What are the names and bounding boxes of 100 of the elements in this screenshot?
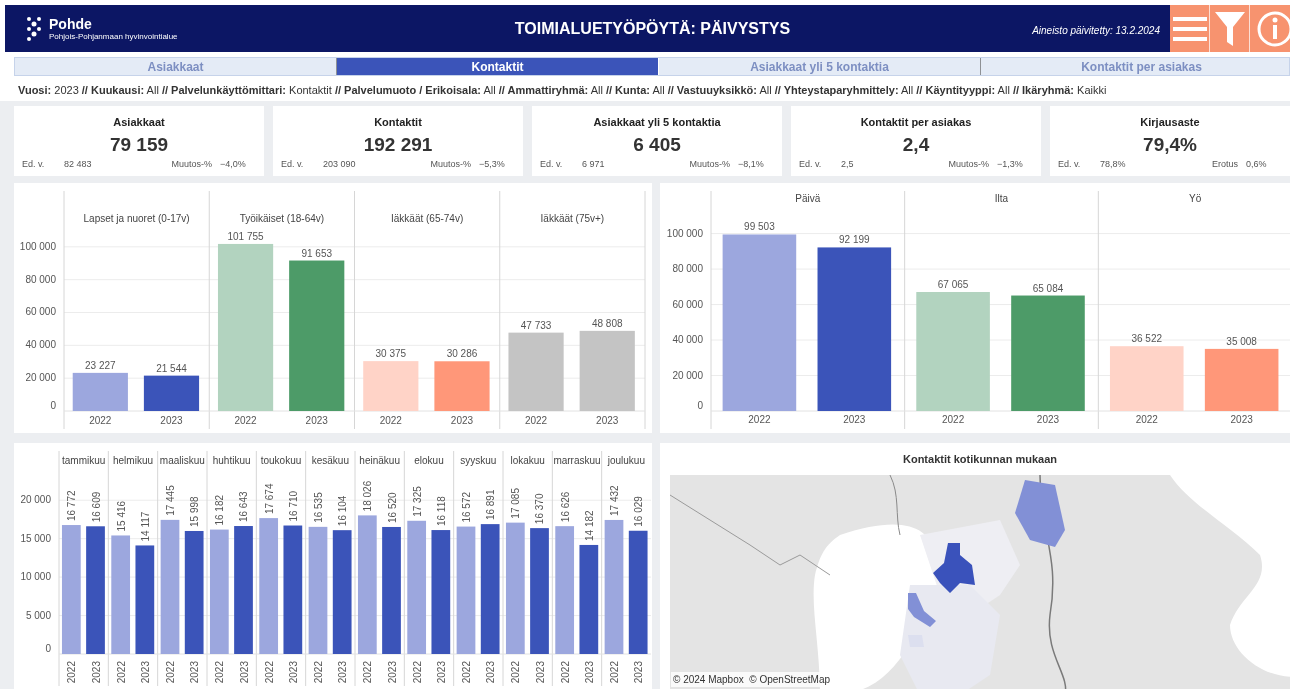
x-axis-label: 2022: [165, 661, 176, 684]
funnel-icon: [1214, 11, 1245, 46]
value-label: 23 227: [85, 359, 116, 371]
value-label: 16 710: [287, 490, 299, 522]
x-axis-label: 2022: [941, 414, 965, 425]
filter-summary: Vuosi: 2023 // Kuukausi: All // Palvelunkäyttömittari: Kontaktit // Palvelumuoto / Erikoisala: All // Ammattiryhmä: All // Kunta: All // Vastuuyksikkö: All // Yhteystaparyhmittely: All // Käyntityyppi: All // Ikäryhmä: Kaikki: [18, 82, 1107, 98]
value-label: 16 118: [435, 496, 447, 527]
x-axis-label: 2023: [238, 661, 250, 684]
x-axis-label: 2023: [287, 661, 299, 684]
kpi-previous-value: 203 090: [323, 158, 357, 171]
kpi-value: 79,4%: [1143, 134, 1197, 155]
x-axis-label: 2023: [435, 661, 447, 684]
value-label: 17 445: [165, 485, 176, 516]
bar: [363, 361, 419, 411]
kpi-previous-value: 2,5: [841, 158, 855, 171]
value-label: 47 733: [520, 319, 552, 331]
x-axis-label: 2023: [337, 661, 349, 684]
facet-label: lokakuu: [510, 455, 545, 466]
x-axis-label: 2023: [305, 415, 328, 426]
facet-label: kesäkuu: [311, 455, 349, 466]
y-axis-label: 5 000: [25, 609, 51, 621]
x-axis-label: 2022: [524, 415, 548, 426]
menu-button[interactable]: [1170, 5, 1210, 52]
kpi-value: 79 159: [109, 134, 169, 155]
facet-label: elokuu: [414, 455, 444, 466]
x-axis-label: 2023: [485, 661, 497, 684]
value-label: 99 503: [744, 221, 775, 233]
x-axis-label: 2023: [90, 661, 102, 684]
value-label: 16 370: [534, 493, 546, 525]
value-label: 16 643: [238, 491, 250, 523]
value-label: 17 674: [263, 483, 275, 515]
x-axis-label: 2022: [66, 661, 78, 684]
map-attribution: © 2024 Mapbox © OpenStreetMap: [671, 672, 833, 687]
facet-label: tammikuu: [62, 455, 106, 466]
facet-label: syyskuu: [460, 455, 497, 466]
kpi-label: Ed. v.: [1058, 158, 1082, 171]
x-axis-label: 2023: [1230, 414, 1253, 425]
y-axis-label: 10 000: [20, 571, 51, 583]
kpi-value: 2,4: [902, 134, 930, 155]
x-axis-label: 2022: [609, 661, 620, 684]
value-label: 16 772: [66, 490, 78, 522]
x-axis-label: 2023: [139, 661, 151, 684]
value-label: 16 520: [386, 492, 398, 523]
kpi-label: Ed. v.: [281, 158, 305, 171]
facet-label: Lapset ja nuoret (0-17v): [83, 213, 190, 224]
x-axis-label: 2022: [379, 415, 402, 426]
tab[interactable]: Kontaktit: [337, 58, 659, 75]
value-label: 16 609: [90, 491, 102, 523]
y-axis-label: 0: [697, 400, 703, 411]
menu-icon: [1172, 15, 1207, 42]
updated-date: Aineisto päivitetty: 13.2.2024: [1032, 24, 1160, 36]
value-label: 14 117: [139, 511, 151, 542]
kpi-label: Ed. v.: [799, 158, 823, 171]
x-axis-label: 2023: [1036, 414, 1060, 425]
value-label: 35 008: [1226, 335, 1257, 347]
bar: [72, 372, 128, 411]
value-label: 91 653: [301, 247, 333, 259]
value-label: 48 808: [591, 317, 623, 329]
value-label: 30 375: [375, 348, 407, 360]
facet-label: heinäkuu: [359, 455, 400, 466]
tab[interactable]: Kontaktit per asiakas: [981, 58, 1290, 75]
facet-label: maaliskuu: [159, 455, 205, 466]
x-axis-label: 2023: [450, 415, 474, 426]
kpi-change-value: −1,3%: [997, 158, 1024, 171]
y-axis-label: 100 000: [19, 240, 56, 252]
x-axis-label: 2023: [583, 661, 595, 684]
x-axis-label: 2023: [534, 661, 546, 684]
y-axis-label: 0: [45, 643, 51, 654]
tab[interactable]: Asiakkaat yli 5 kontaktia: [659, 58, 981, 75]
x-axis-label: 2023: [843, 414, 866, 425]
value-label: 36 522: [1131, 333, 1163, 345]
x-axis-label: 2022: [214, 661, 226, 684]
logo-text: Pohde: [49, 16, 93, 31]
x-axis-label: 2023: [160, 415, 183, 426]
value-label: 21 544: [156, 362, 187, 374]
y-axis-label: 20 000: [672, 369, 703, 381]
value-label: 14 182: [583, 510, 595, 541]
kpi-change-value: −8,1%: [738, 158, 765, 171]
x-axis-label: 2022: [115, 661, 127, 684]
kpi-title: Kontaktit per asiakas: [860, 116, 972, 128]
kpi-previous-value: 82 483: [64, 158, 93, 171]
value-label: 16 182: [214, 495, 226, 526]
kpi-previous-value: 6 971: [582, 158, 606, 171]
x-axis-label: 2022: [313, 661, 324, 684]
y-axis-label: 15 000: [20, 532, 51, 544]
y-axis-label: 40 000: [672, 334, 703, 346]
kpi-label: Muutos-%: [430, 158, 471, 171]
value-label: 17 085: [510, 488, 522, 519]
info-icon: [1256, 9, 1290, 48]
value-label: 17 325: [411, 486, 423, 517]
logo-subtitle: Pohjois-Pohjanmaan hyvinvointialue: [49, 32, 178, 41]
x-axis-label: 2022: [89, 415, 112, 426]
kpi-label: Ed. v.: [22, 158, 46, 171]
x-axis-label: 2022: [263, 661, 275, 684]
kpi-title: Asiakkaat yli 5 kontaktia: [593, 116, 721, 128]
x-axis-label: 2022: [510, 661, 522, 684]
value-label: 17 432: [609, 485, 620, 516]
y-axis-label: 20 000: [20, 494, 51, 506]
facet-label: Iäkkäät (65-74v): [391, 213, 464, 224]
bar: [434, 361, 490, 411]
